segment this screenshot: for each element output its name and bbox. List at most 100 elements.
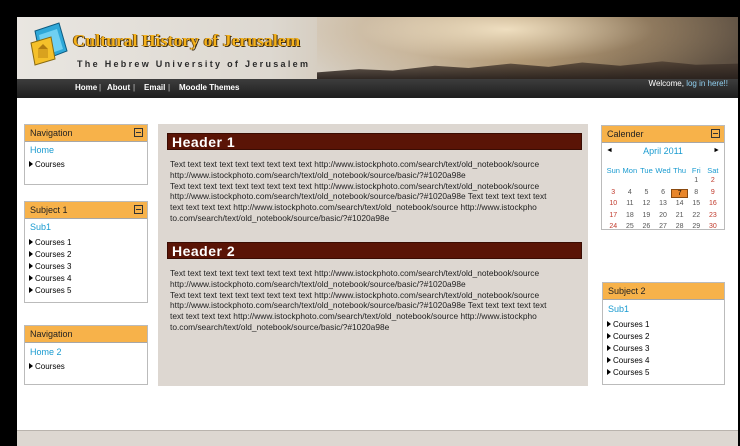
section-text: Text text text text text text text text … — [170, 268, 580, 333]
home-link[interactable]: Home — [30, 145, 54, 155]
section-header: Header 1 — [172, 134, 236, 150]
calendar-day[interactable]: 2 — [705, 177, 722, 184]
calendar-day[interactable]: 14 — [671, 200, 688, 207]
list-item[interactable]: Courses 2 — [607, 332, 649, 341]
calendar-weekday: Fri — [691, 166, 701, 175]
list-item[interactable]: Courses 3 — [607, 344, 649, 353]
calendar-day[interactable]: 15 — [688, 200, 705, 207]
calendar-weekday-row: Sun Mon Tue Wed Thu Fri Sat — [605, 166, 721, 177]
calendar-day[interactable]: 8 — [688, 189, 705, 196]
block-header: Navigation — [25, 326, 147, 343]
calendar-day[interactable]: 3 — [605, 189, 622, 196]
arrow-right-icon — [29, 263, 33, 269]
text-line: Text text text text text text text text … — [170, 268, 540, 278]
calendar-day[interactable]: 10 — [605, 200, 622, 207]
arrow-right-icon — [29, 287, 33, 293]
list-item-label: Courses 2 — [35, 250, 72, 259]
calendar-month[interactable]: April 2011 — [602, 146, 724, 156]
calendar-day[interactable]: 24 — [605, 223, 622, 230]
nav-home[interactable]: Home — [75, 83, 97, 92]
calendar-day[interactable]: 25 — [622, 223, 639, 230]
list-item[interactable]: Courses 5 — [607, 368, 649, 377]
text-line: http://www.istockphoto.com/search/text/o… — [170, 169, 466, 180]
calendar-day[interactable]: 20 — [655, 212, 672, 219]
list-item-label: Courses 2 — [613, 332, 650, 341]
calendar-day[interactable]: 1 — [688, 177, 705, 184]
nav-separator: | — [99, 83, 102, 92]
calendar-day[interactable]: 22 — [688, 212, 705, 219]
text-line: Text text text text text text text text … — [170, 289, 540, 300]
sub1-link[interactable]: Sub1 — [608, 304, 629, 314]
calendar-day[interactable]: 16 — [705, 200, 722, 207]
calendar-day[interactable]: 18 — [622, 212, 639, 219]
block-title: Navigation — [30, 329, 73, 339]
list-item[interactable]: Courses — [29, 160, 65, 169]
nav-about[interactable]: About — [107, 83, 130, 92]
login-link[interactable]: log in here!! — [686, 79, 728, 88]
list-item[interactable]: Courses 1 — [29, 238, 71, 247]
text-line: to.com/search/text/old_notebook/source/b… — [170, 321, 390, 332]
list-item[interactable]: Courses 2 — [29, 250, 71, 259]
arrow-right-icon — [29, 161, 33, 167]
calendar-week-row: 12 — [605, 177, 721, 188]
calendar-day[interactable]: 29 — [688, 223, 705, 230]
nav-email[interactable]: Email — [144, 83, 165, 92]
calendar-weekday: Wed — [655, 166, 671, 175]
text-line: Text text text text text text text text … — [170, 159, 540, 169]
calendar-day[interactable]: 21 — [671, 212, 688, 219]
arrow-right-icon — [607, 369, 611, 375]
collapse-icon[interactable] — [711, 129, 720, 138]
calendar-day[interactable]: 4 — [622, 189, 639, 196]
arrow-right-icon — [607, 345, 611, 351]
calendar-day[interactable]: 17 — [605, 212, 622, 219]
list-item[interactable]: Courses 4 — [29, 274, 71, 283]
list-item[interactable]: Courses 4 — [607, 356, 649, 365]
site-subtitle: The Hebrew University of Jerusalem — [77, 59, 311, 69]
calendar-day[interactable]: 5 — [638, 189, 655, 196]
list-item[interactable]: Courses 1 — [607, 320, 649, 329]
calendar-day[interactable]: 30 — [705, 223, 722, 230]
section-header-bar: Header 1 — [167, 133, 582, 150]
text-line: http://www.istockphoto.com/search/text/o… — [170, 191, 547, 202]
top-nav-bar: Home | About | Email | Moodle Themes Wel… — [17, 79, 738, 98]
next-month-icon[interactable]: ► — [713, 147, 720, 154]
calendar-day[interactable]: 23 — [705, 212, 722, 219]
block-header: Navigation — [25, 125, 147, 142]
calendar-day[interactable]: 12 — [638, 200, 655, 207]
calendar-day[interactable]: 28 — [671, 223, 688, 230]
site-banner: Cultural History of Jerusalem The Hebrew… — [17, 17, 738, 79]
calendar-day[interactable]: 19 — [638, 212, 655, 219]
list-item-label: Courses 4 — [35, 274, 72, 283]
calendar-day[interactable]: 27 — [655, 223, 672, 230]
nav-separator: | — [133, 83, 136, 92]
sub1-link[interactable]: Sub1 — [30, 222, 51, 232]
list-item[interactable]: Courses — [29, 362, 65, 371]
section-text: Text text text text text text text text … — [170, 159, 580, 224]
calendar-day[interactable]: 13 — [655, 200, 672, 207]
calendar-day[interactable]: 9 — [705, 189, 722, 196]
calendar-week-row: 10 11 12 13 14 15 16 — [605, 200, 721, 211]
collapse-icon[interactable] — [134, 128, 143, 137]
calendar-weekday: Mon — [622, 166, 638, 175]
arrow-right-icon — [607, 357, 611, 363]
block-title: Calender — [607, 129, 644, 139]
navigation2-block: Navigation Home 2 Courses — [24, 325, 148, 385]
calendar-nav: ◄ April 2011 ► — [602, 144, 724, 160]
calendar-day[interactable]: 26 — [638, 223, 655, 230]
calendar-weekday: Sun — [606, 166, 620, 175]
calendar-day[interactable]: 6 — [655, 189, 672, 196]
calendar-day[interactable]: 11 — [622, 200, 639, 207]
nav-moodle-themes[interactable]: Moodle Themes — [179, 83, 239, 92]
arrow-right-icon — [607, 333, 611, 339]
calendar-day-today[interactable]: 7 — [671, 188, 688, 198]
subject1-block: Subject 1 Sub1 Courses 1 Courses 2 Cours… — [24, 201, 148, 303]
collapse-icon[interactable] — [134, 205, 143, 214]
list-item-label: Courses 4 — [613, 356, 650, 365]
list-item[interactable]: Courses 5 — [29, 286, 71, 295]
list-item[interactable]: Courses 3 — [29, 262, 71, 271]
site-logo-icon[interactable] — [29, 21, 75, 69]
block-title: Subject 2 — [608, 286, 646, 296]
list-item-label: Courses — [35, 362, 65, 371]
calendar-weekday: Sat — [707, 166, 719, 175]
home2-link[interactable]: Home 2 — [30, 347, 62, 357]
